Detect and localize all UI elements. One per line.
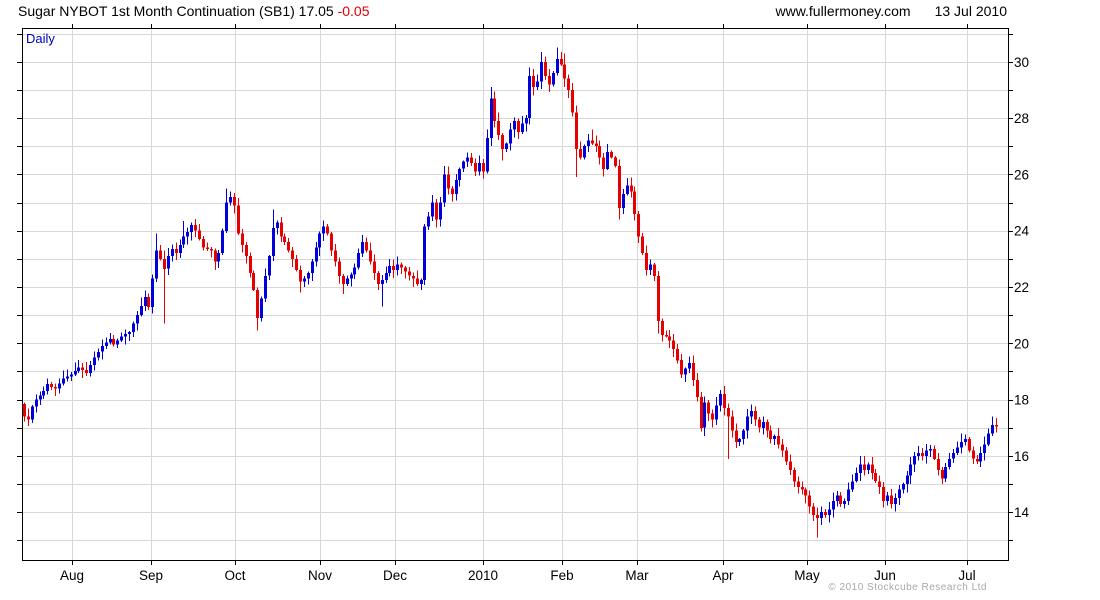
y-axis-label: 30 <box>1014 55 1029 70</box>
copyright-label: © 2010 Stockcube Research Ltd <box>828 582 987 593</box>
x-axis-label: Mar <box>625 568 649 583</box>
y-axis-label: 20 <box>1014 336 1029 351</box>
y-axis-label: 16 <box>1014 449 1029 464</box>
price-chart: 30 28 26 24 22 20 18 16 14 Aug Sep Oct Nov Dec 2010 Feb… <box>17 24 1030 583</box>
x-axis-label: Dec <box>383 568 407 583</box>
x-axis-label: Oct <box>224 568 245 583</box>
x-axis-label: Aug <box>60 568 84 583</box>
x-axis-label: Apr <box>712 568 734 583</box>
page-root: Sugar NYBOT 1st Month Continuation (SB1)… <box>0 0 1100 600</box>
x-axis-label: May <box>794 568 820 583</box>
y-axis-label: 24 <box>1014 224 1030 239</box>
x-axis-labels: Aug Sep Oct Nov Dec 2010 Feb Mar Apr May Jun Jul <box>60 568 976 583</box>
y-axis-label: 14 <box>1014 505 1030 520</box>
x-axis-label: Sep <box>139 568 163 583</box>
y-axis-label: 26 <box>1014 167 1029 182</box>
y-axis-label: 28 <box>1014 111 1029 126</box>
x-axis-label: Jul <box>958 568 975 583</box>
x-axis-label: 2010 <box>468 568 498 583</box>
candles-layer <box>23 47 998 538</box>
x-axis-label: Feb <box>550 568 573 583</box>
x-axis-label: Jun <box>874 568 896 583</box>
x-axis-label: Nov <box>308 568 332 583</box>
y-axis-labels: 30 28 26 24 22 20 18 16 14 <box>1014 55 1030 520</box>
interval-badge: Daily <box>26 31 55 46</box>
y-axis-label: 18 <box>1014 393 1029 408</box>
axis-ticks <box>17 24 1013 565</box>
y-axis-label: 22 <box>1014 280 1029 295</box>
